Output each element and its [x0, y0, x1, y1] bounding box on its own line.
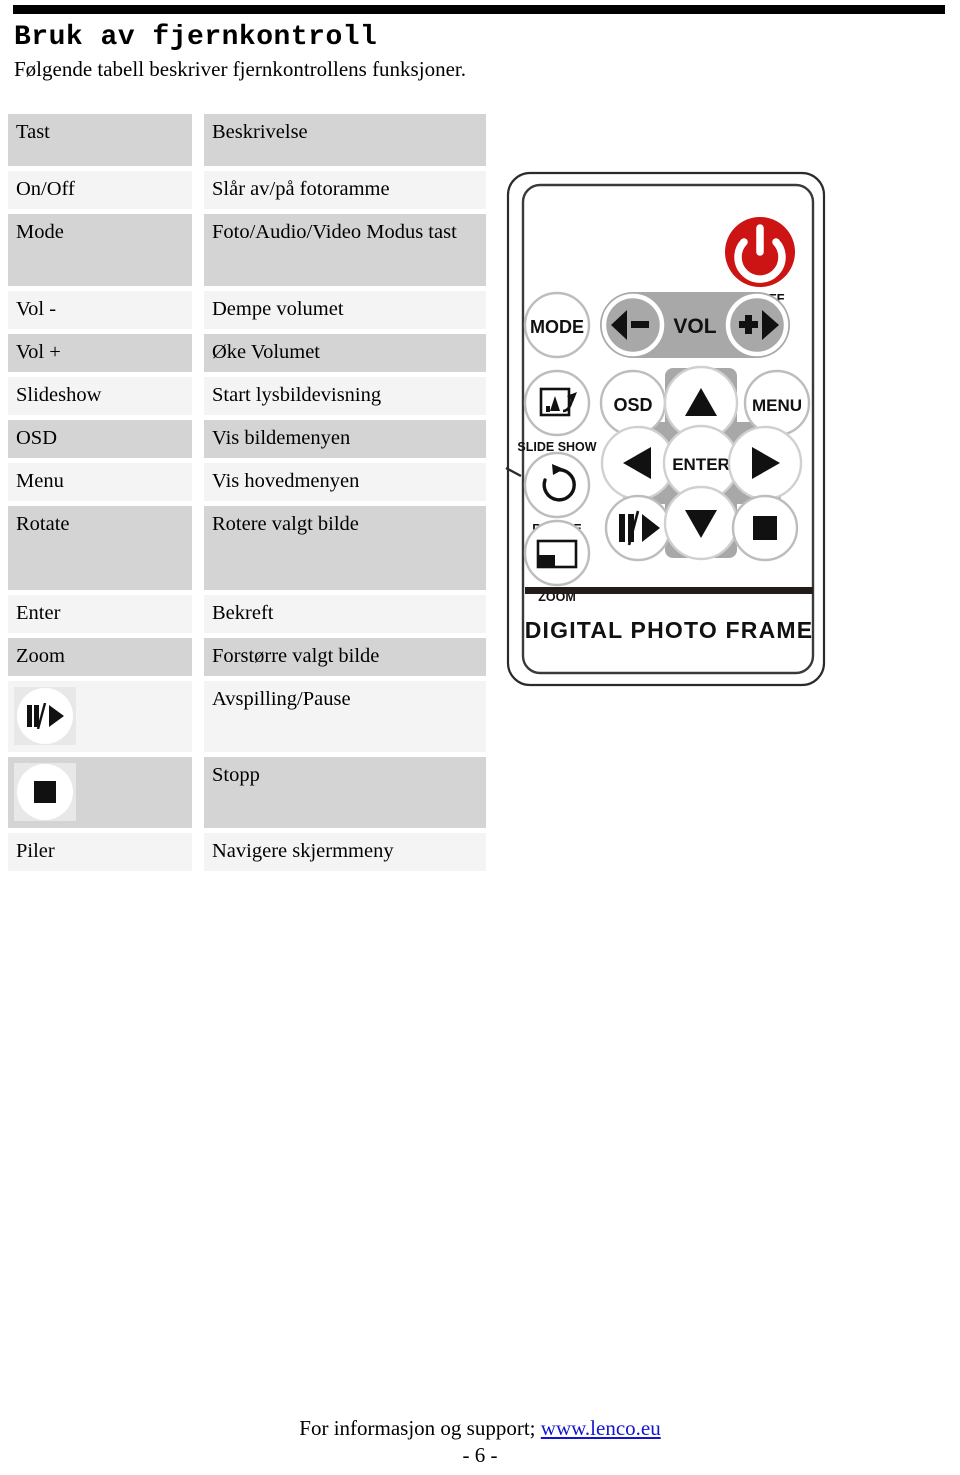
footer-website-link[interactable]: www.lenco.eu: [541, 1416, 661, 1440]
remote-product-label: DIGITAL PHOTO FRAME: [525, 617, 814, 643]
table-column-gap: [192, 833, 204, 871]
stop-icon: [753, 516, 777, 540]
menu-button-label: MENU: [752, 396, 802, 415]
table-row-spacer: [8, 871, 486, 876]
table-cell-key-label: Menu: [16, 470, 64, 492]
table-column-gap: [192, 291, 204, 329]
table-cell-key: Tast: [8, 114, 192, 166]
table-row: Zoom Forstørre valgt bilde: [8, 638, 486, 676]
table-cell-key-label: Mode: [16, 221, 64, 243]
header-rule: [13, 5, 945, 14]
table-cell-key-label: Rotate: [16, 513, 70, 535]
rotate-button: [523, 451, 591, 519]
table-cell-key-label: On/Off: [16, 178, 75, 200]
page-title: Bruk av fjernkontroll: [14, 22, 378, 53]
page-footer: For informasjon og support; www.lenco.eu…: [0, 1415, 960, 1470]
volume-label: VOL: [673, 315, 716, 338]
table-cell-description: Beskrivelse: [204, 114, 486, 166]
table-cell-key-label: Enter: [16, 602, 61, 624]
heading-block: Bruk av fjernkontroll Følgende tabell be…: [14, 22, 714, 82]
table-cell-key: Vol +: [8, 334, 192, 372]
table-header-row: Tast Beskrivelse: [8, 114, 486, 166]
table-cell-key-label: OSD: [16, 427, 58, 449]
table-row: Enter Bekreft: [8, 595, 486, 633]
table-cell-key: Zoom: [8, 638, 192, 676]
table-column-gap: [192, 757, 204, 828]
table-cell-key-label: Vol -: [16, 298, 57, 320]
table-cell-description: Rotere valgt bilde: [204, 506, 486, 590]
table-cell-description: Start lysbildevisning: [204, 377, 486, 415]
table-row: Vol + Øke Volumet: [8, 334, 486, 372]
table-cell-description: Vis bildemenyen: [204, 420, 486, 458]
mode-button-label: MODE: [530, 317, 584, 337]
remote-divider-bar: [525, 587, 813, 594]
table-cell-key: Slideshow: [8, 377, 192, 415]
table-cell-key: Piler: [8, 833, 192, 871]
table-cell-description: Dempe volumet: [204, 291, 486, 329]
zoom-button: [523, 519, 591, 587]
table-cell-key: Rotate: [8, 506, 192, 590]
table-cell-key-label: Piler: [16, 840, 55, 862]
table-cell-description: Navigere skjermmeny: [204, 833, 486, 871]
table-row: Menu Vis hovedmenyen: [8, 463, 486, 501]
table-cell-description: Avspilling/Pause: [204, 681, 486, 752]
play-pause-icon-tile[interactable]: [14, 687, 76, 745]
table-row: Stopp: [8, 757, 486, 828]
table-header-key: Tast: [16, 121, 50, 143]
table-column-gap: [192, 377, 204, 415]
table-cell-key-icon: [8, 681, 192, 752]
table-column-gap: [192, 506, 204, 590]
table-column-gap: [192, 214, 204, 286]
table-row: Rotate Rotere valgt bilde: [8, 506, 486, 590]
table-cell-key: On/Off: [8, 171, 192, 209]
enter-button-label: ENTER: [672, 455, 730, 474]
table-cell-key-label: Slideshow: [16, 384, 102, 406]
table-cell-key-label: Zoom: [16, 645, 65, 667]
stop-icon-tile[interactable]: [14, 763, 76, 821]
footer-support-text: For informasjon og support;: [299, 1416, 541, 1440]
table-cell-key: Enter: [8, 595, 192, 633]
table-row: Piler Navigere skjermmeny: [8, 833, 486, 871]
table-row: Vol - Dempe volumet: [8, 291, 486, 329]
table-cell-description: Vis hovedmenyen: [204, 463, 486, 501]
table-column-gap: [192, 334, 204, 372]
play-pause-button: [604, 494, 672, 562]
table-cell-description: Stopp: [204, 757, 486, 828]
table-column-gap: [192, 638, 204, 676]
table-row: Mode Foto/Audio/Video Modus tast: [8, 214, 486, 286]
page-number: - 6 -: [462, 1443, 498, 1468]
osd-button-label: OSD: [613, 395, 652, 415]
table-cell-description: Foto/Audio/Video Modus tast: [204, 214, 486, 286]
stop-icon: [17, 764, 73, 820]
table-column-gap: [192, 171, 204, 209]
table-column-gap: [192, 420, 204, 458]
table-row: Slideshow Start lysbildevisning: [8, 377, 486, 415]
table-cell-description: Øke Volumet: [204, 334, 486, 372]
table-cell-key-icon: [8, 757, 192, 828]
table-row: Avspilling/Pause: [8, 681, 486, 752]
table-cell-description: Slår av/på fotoramme: [204, 171, 486, 209]
table-cell-description: Forstørre valgt bilde: [204, 638, 486, 676]
table-cell-description: Bekreft: [204, 595, 486, 633]
table-cell-key: Vol -: [8, 291, 192, 329]
table-row: On/Off Slår av/på fotoramme: [8, 171, 486, 209]
page-subtitle: Følgende tabell beskriver fjernkontrolle…: [14, 57, 466, 82]
table-column-gap: [192, 681, 204, 752]
footer-support-line: For informasjon og support; www.lenco.eu: [0, 1415, 960, 1441]
table-row: OSD Vis bildemenyen: [8, 420, 486, 458]
remote-control-illustration: ON/OFF VOL MODE: [505, 170, 835, 690]
table-cell-key: Menu: [8, 463, 192, 501]
play-pause-icon: [17, 688, 73, 744]
table-column-gap: [192, 463, 204, 501]
table-column-gap: [192, 595, 204, 633]
table-cell-key: OSD: [8, 420, 192, 458]
remote-function-table: Tast Beskrivelse On/Off Slår av/på fotoramm…: [8, 114, 486, 876]
table-cell-key: Mode: [8, 214, 192, 286]
table-cell-key-label: Vol +: [16, 341, 61, 363]
table-column-gap: [192, 114, 204, 166]
